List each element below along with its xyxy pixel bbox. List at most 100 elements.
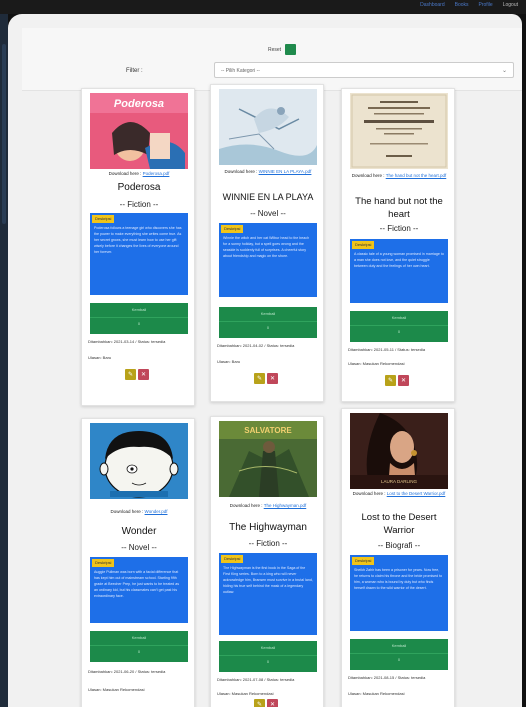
download-label: Download here : xyxy=(110,509,145,514)
app-screen: Reset Filter : -- Pilih Kategori -- ⌄ Po… xyxy=(8,14,522,707)
delete-button[interactable]: ✕ xyxy=(267,373,278,384)
download-line: Download here : Wonder.pdf xyxy=(86,509,192,514)
meta-line-1: Ditambahkan: 2021-06-20 / Status: tersed… xyxy=(88,669,166,674)
reset-label: Reset xyxy=(268,46,282,53)
download-label: Download here : xyxy=(224,169,259,174)
delete-button[interactable]: ✕ xyxy=(398,375,409,386)
nav-link-profile[interactable]: Profile xyxy=(479,2,493,8)
description-box: Deskripsi Auggie Pullman was born with a… xyxy=(90,557,188,623)
status-box: Kembali 0 xyxy=(350,311,448,342)
book-cover-highwayman: SALVATORE xyxy=(219,421,317,497)
book-card: Download here : The hand but not the hea… xyxy=(341,88,455,402)
download-link[interactable]: WINNIE EN LA PLAYA.pdf xyxy=(259,169,312,174)
status-box: Kembali 0 xyxy=(90,631,188,662)
description-text: A classic tale of a young woman promised… xyxy=(354,252,444,268)
description-box: Deskripsi Sheikh Zahir has been a prison… xyxy=(350,555,448,631)
download-link[interactable]: Lost to the Desert Warrior.pdf xyxy=(387,491,446,496)
book-title: Wonder xyxy=(121,526,157,537)
book-title: WINNIE EN LA PLAYA xyxy=(222,192,314,202)
status-value: 0 xyxy=(137,649,141,654)
book-cover-hand-heart xyxy=(350,93,448,169)
status-divider xyxy=(350,653,448,654)
book-genre: -- Novel -- xyxy=(250,209,286,218)
description-box: Deskripsi The Highwayman is the first bo… xyxy=(219,553,317,635)
description-tag: Deskripsi xyxy=(221,555,244,563)
description-tag: Deskripsi xyxy=(92,559,115,567)
meta-line-1: Ditambahkan: 2021-03-14 / Status: tersed… xyxy=(88,339,166,344)
book-cover-wonder xyxy=(90,423,188,499)
download-label: Download here : xyxy=(229,503,264,508)
delete-button[interactable]: ✕ xyxy=(267,699,278,707)
status-divider xyxy=(90,645,188,646)
status-label: Kembali xyxy=(391,643,407,648)
book-card: Download here : Wonder.pdf Wonder -- Nov… xyxy=(81,418,195,707)
status-box: Kembali 0 xyxy=(219,641,317,672)
card-actions: ✎ ✕ xyxy=(254,373,278,384)
edit-button[interactable]: ✎ xyxy=(385,375,396,386)
description-box: Deskripsi Poderosa follows a teenage gir… xyxy=(90,213,188,295)
status-label: Kembali xyxy=(260,311,276,316)
download-link[interactable]: The Highwayman.pdf xyxy=(264,503,307,508)
download-link[interactable]: The hand but not the heart.pdf xyxy=(386,173,447,178)
download-label: Download here : xyxy=(352,491,387,496)
status-value: 0 xyxy=(266,325,270,330)
nav-link-books[interactable]: Books xyxy=(455,2,469,8)
book-title: Lost to the Desert Warrior xyxy=(361,512,437,536)
book-genre: -- Fiction -- xyxy=(119,200,159,209)
meta-line-1: Ditambahkan: 2021-05-11 / Status: tersed… xyxy=(348,347,426,352)
book-card: LAURA DARLING Download here : Lost to th… xyxy=(341,408,455,707)
card-actions: ✎ ✕ xyxy=(254,699,278,707)
category-select[interactable]: -- Pilih Kategori -- ⌄ xyxy=(214,62,514,78)
description-text: Poderosa follows a teenage girl who disc… xyxy=(94,226,182,254)
book-cover-poderosa: Poderosa xyxy=(90,93,188,169)
book-title: Poderosa xyxy=(117,182,161,193)
description-text: Sheikh Zahir has been a prisoner for yea… xyxy=(354,568,443,590)
book-title: The hand but not the heart xyxy=(355,196,443,220)
book-genre: -- Fiction -- xyxy=(379,224,419,233)
meta-line-1: Ditambahkan: 2021-07-08 / Status: tersed… xyxy=(217,677,295,682)
meta-line-2: Ulasan: Baru xyxy=(217,359,241,364)
status-divider xyxy=(219,655,317,656)
status-divider xyxy=(350,325,448,326)
top-nav: Dashboard Books Profile Logout xyxy=(420,2,518,8)
status-box: Kembali 0 xyxy=(219,307,317,338)
download-line: Download here : The hand but not the hea… xyxy=(346,173,452,178)
status-label: Kembali xyxy=(260,645,276,650)
download-link[interactable]: Wonder.pdf xyxy=(145,509,168,514)
meta-line-2: Ulasan: Baru xyxy=(88,355,112,360)
description-box: Deskripsi Winnie the witch and her cat W… xyxy=(219,223,317,297)
status-label: Kembali xyxy=(131,307,147,312)
top-bar: Dashboard Books Profile Logout xyxy=(0,0,526,14)
description-text: Winnie the witch and her cat Wilbur head… xyxy=(223,236,310,258)
book-title: The Highwayman xyxy=(229,522,307,533)
download-link[interactable]: Poderosa.pdf xyxy=(143,171,170,176)
edit-button[interactable]: ✎ xyxy=(254,699,265,707)
download-line: Download here : WINNIE EN LA PLAYA.pdf xyxy=(215,169,321,174)
edit-button[interactable]: ✎ xyxy=(125,369,136,380)
book-card: Download here : WINNIE EN LA PLAYA.pdf W… xyxy=(210,84,324,402)
book-genre: -- Biografi -- xyxy=(377,541,421,550)
filter-label: Filter : xyxy=(126,68,143,74)
meta-line-2: Ulasan: Masukan Rekomendasi xyxy=(217,691,274,696)
status-value: 0 xyxy=(397,657,401,662)
category-select-value: -- Pilih Kategori -- xyxy=(221,68,260,74)
status-value: 0 xyxy=(266,659,270,664)
filter-bar: Reset Filter : -- Pilih Kategori -- ⌄ xyxy=(22,28,522,91)
book-card: SALVATORE Download here : The Highwayman… xyxy=(210,416,324,707)
download-label: Download here : xyxy=(351,173,386,178)
delete-button[interactable]: ✕ xyxy=(138,369,149,380)
status-divider xyxy=(219,321,317,322)
status-box: Kembali 0 xyxy=(350,639,448,670)
download-line: Download here : Lost to the Desert Warri… xyxy=(346,491,452,496)
nav-link-logout[interactable]: Logout xyxy=(503,2,518,8)
status-label: Kembali xyxy=(391,315,407,320)
description-tag: Deskripsi xyxy=(352,557,375,565)
download-label: Download here : xyxy=(108,171,143,176)
edit-button[interactable]: ✎ xyxy=(254,373,265,384)
chevron-down-icon: ⌄ xyxy=(501,68,507,74)
nav-link-dashboard[interactable]: Dashboard xyxy=(420,2,444,8)
meta-line-1: Ditambahkan: 2021-08-15 / Status: tersed… xyxy=(348,675,426,680)
card-actions: ✎ ✕ xyxy=(385,375,409,386)
reset-button[interactable] xyxy=(285,44,297,55)
description-text: Auggie Pullman was born with a facial di… xyxy=(94,570,180,598)
